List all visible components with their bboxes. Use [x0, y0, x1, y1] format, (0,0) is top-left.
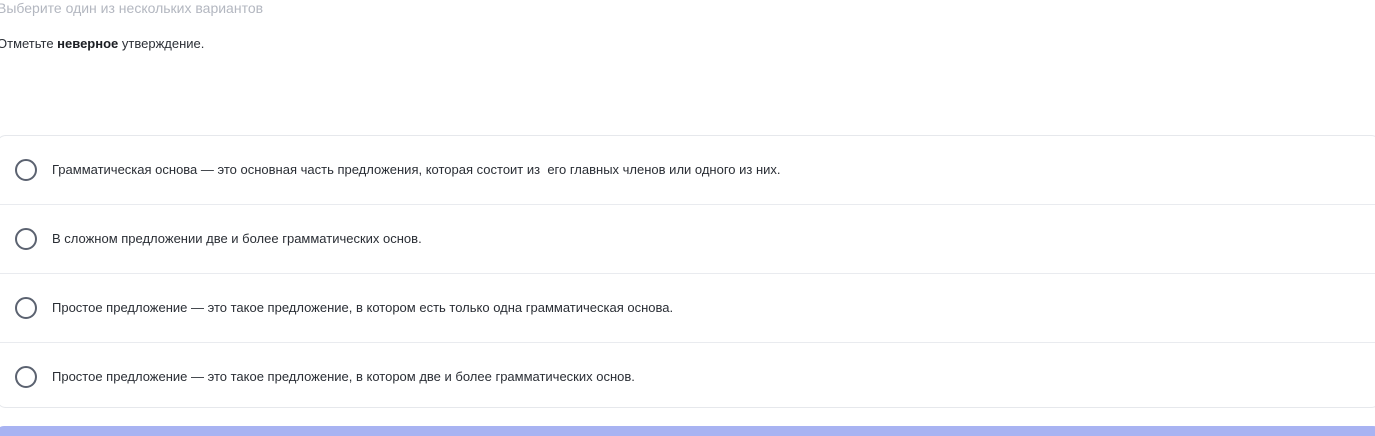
option-item[interactable]: Простое предложение — это такое предложе… [0, 273, 1375, 342]
radio-button[interactable] [15, 366, 37, 388]
question-hint: Выберите один из нескольких вариантов [0, 0, 264, 16]
prompt-bold-word: неверное [57, 36, 119, 51]
option-item[interactable]: Простое предложение — это такое предложе… [0, 342, 1375, 411]
submit-button[interactable] [0, 426, 1375, 436]
option-label: Простое предложение — это такое предложе… [52, 369, 635, 384]
prompt-text-after: утверждение. [118, 36, 205, 51]
radio-button[interactable] [15, 228, 37, 250]
option-item[interactable]: В сложном предложении две и более грамма… [0, 204, 1375, 273]
options-list: Грамматическая основа — это основная час… [0, 135, 1375, 408]
question-block: Выберите один из нескольких вариантов От… [0, 0, 1375, 436]
radio-button[interactable] [15, 159, 37, 181]
question-prompt: Отметьте неверное утверждение. [0, 36, 204, 52]
option-label: Простое предложение — это такое предложе… [52, 300, 674, 315]
option-item[interactable]: Грамматическая основа — это основная час… [0, 136, 1375, 204]
option-label: Грамматическая основа — это основная час… [52, 162, 781, 177]
prompt-text-before: Отметьте [0, 36, 58, 51]
option-label: В сложном предложении две и более грамма… [52, 231, 422, 246]
radio-button[interactable] [15, 297, 37, 319]
